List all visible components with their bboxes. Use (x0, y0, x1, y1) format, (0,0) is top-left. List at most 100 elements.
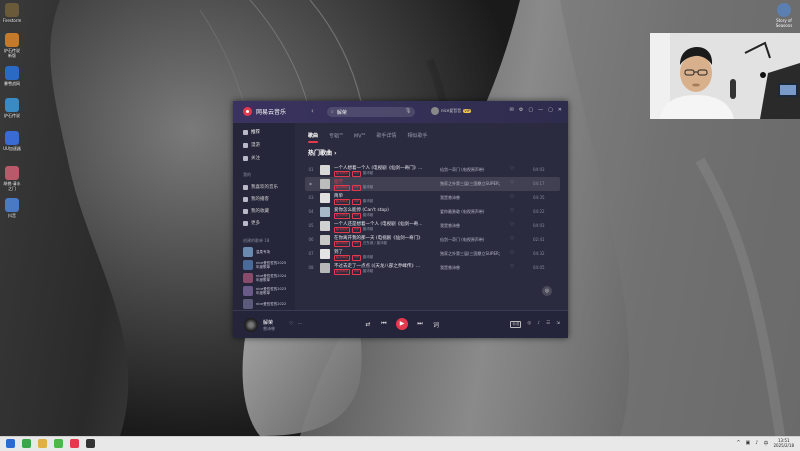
back-button[interactable]: ‹ (311, 107, 314, 116)
playlist-item[interactable]: 温柔专场 (243, 247, 270, 257)
netease-icon[interactable] (70, 439, 79, 448)
previous-icon[interactable]: ⏮ (380, 320, 388, 328)
song-row[interactable]: 07 到了 超清母带 VIP 曾沛慈 独家之外第三届(三国鼎立SUPER大... ♡ 04:3… (305, 247, 560, 261)
now-playing-artist[interactable]: 曾沛慈 (263, 326, 275, 332)
song-artist[interactable]: 曾沛慈 (363, 227, 374, 232)
song-album[interactable]: 爱你最勇敢 (电视原声带) (440, 209, 500, 215)
desktop-icon[interactable]: 暴雪战网 (2, 66, 22, 86)
sidebar-item[interactable]: 我的播客 (243, 196, 269, 202)
like-icon[interactable]: ♡ (289, 321, 293, 327)
song-album[interactable]: 我是曾沛慈 (440, 223, 500, 229)
obs-icon[interactable] (86, 439, 95, 448)
home-icon (243, 129, 248, 135)
tab[interactable]: 歌曲 (308, 132, 319, 143)
input-method-icon[interactable]: 中 (763, 440, 768, 447)
quality-button[interactable]: 标准 (510, 321, 522, 328)
shuffle-icon[interactable]: ⇄ (364, 321, 372, 328)
like-icon[interactable]: ♡ (510, 236, 514, 242)
like-icon[interactable]: ♡ (510, 208, 514, 214)
sidebar-item[interactable]: 推荐 (243, 129, 260, 135)
desktop-icon[interactable]: 炉石传说 新版 (2, 33, 22, 58)
user-menu[interactable]: nice爱哲哲 VIP (431, 107, 471, 115)
now-playing-title[interactable]: 解荣 (263, 319, 273, 326)
playlist-item[interactable]: nice爱哲哲的2023 年度歌单 (243, 286, 286, 296)
like-icon[interactable]: ♡ (510, 166, 514, 172)
play-button[interactable]: ▶ (396, 318, 408, 330)
windows-icon[interactable] (6, 439, 15, 448)
app-logo[interactable]: 网易云音乐 (243, 107, 286, 116)
playlist-item[interactable]: nice爱哲哲的2024 年度歌单 (243, 273, 286, 283)
now-playing-cover[interactable] (244, 318, 258, 332)
sound-effect-icon[interactable]: ◎ (527, 321, 531, 328)
mail-icon[interactable]: ✉ (510, 107, 514, 113)
desktop-icon[interactable]: UU加速器 (2, 131, 22, 151)
wechat-icon[interactable] (54, 439, 63, 448)
lyric-icon[interactable]: 词 (432, 320, 440, 329)
sidebar-item[interactable]: 漫游 (243, 142, 260, 148)
volume-icon[interactable]: ♪ (537, 321, 540, 328)
song-artist[interactable]: 曾沛慈 (363, 199, 374, 204)
desktop-icon[interactable]: 抖音 (2, 198, 22, 218)
song-album[interactable]: 我是曾沛慈 (440, 265, 500, 271)
like-icon[interactable]: ♡ (510, 180, 514, 186)
sidebar-item[interactable]: 关注 (243, 155, 260, 161)
playlist-item[interactable]: nice爱哲哲的2025 年度歌单 (243, 260, 286, 270)
song-artist[interactable]: 曾沛慈 (363, 171, 374, 176)
like-icon[interactable]: ♡ (510, 250, 514, 256)
tab[interactable]: 专辑36 (329, 132, 343, 140)
song-row[interactable]: 03 简单 超清母带 VIP 曾沛慈 我是曾沛慈 ♡ 04:35 (305, 191, 560, 205)
song-album[interactable]: 独家之外第三届(三国鼎立SUPER大... (440, 181, 500, 187)
desktop-icon-label: Firestorm (2, 18, 22, 23)
playlist-icon[interactable]: ☰ (546, 321, 550, 328)
desktop-icon-story-of-seasons[interactable]: Story of Seasons (772, 3, 796, 28)
clock[interactable]: 13:51 2025/2/18 (773, 438, 794, 448)
song-row[interactable]: 08 不过去走了一点点 (《天龙八部之乔峰传》... 超清母带 VIP 曾沛慈 我是曾沛慈… (305, 261, 560, 275)
mic-icon[interactable]: 🎙 (405, 108, 411, 114)
song-artist[interactable]: 曾沛慈 (363, 255, 374, 260)
close-icon[interactable]: ✕ (558, 107, 562, 113)
tab[interactable]: 相似歌手 (407, 132, 427, 140)
song-row[interactable]: 04 爱你怎么能停 (Can't stop) 超清母带 VIP 曾沛慈 爱你最勇敢 (电视… (305, 205, 560, 219)
song-album[interactable]: 独家之外第三届(三国鼎立SUPER大... (440, 251, 500, 257)
locate-current-button[interactable]: ◎ (542, 286, 552, 296)
tab-count: 36 (339, 132, 343, 136)
song-album[interactable]: 仙剑一奇门 (电视原声带) (440, 237, 500, 243)
desktop-icon[interactable]: 炉石传说 (2, 98, 22, 118)
fullscreen-icon[interactable]: ⇲ (556, 321, 560, 328)
minimize-icon[interactable]: — (538, 107, 543, 113)
song-row[interactable]: 01 一个人想着一个人 (电视剧《仙剑一奇门》... 超清母带 VIP 曾沛慈 仙剑一奇门… (305, 163, 560, 177)
volume-icon[interactable]: ♪ (755, 440, 758, 446)
tab[interactable]: MV26 (354, 132, 366, 140)
settings-icon[interactable]: ⚙ (519, 107, 523, 113)
desktop-icon[interactable]: 胡桃·清水 之门 (2, 166, 22, 191)
song-row[interactable]: 06 在你离开我的那一天 (电视剧《仙剑一奇门》插... 超清母带 VIP 汪东城 / … (305, 233, 560, 247)
song-album[interactable]: 我是曾沛慈 (440, 195, 500, 201)
network-icon[interactable]: ▣ (746, 440, 751, 446)
like-icon[interactable]: ♡ (510, 194, 514, 200)
more-icon[interactable]: ··· (298, 321, 302, 326)
song-artist[interactable]: 曾沛慈 (363, 213, 374, 218)
folder-icon[interactable] (38, 439, 47, 448)
song-artist[interactable]: 曾沛慈 (363, 269, 374, 274)
song-row[interactable]: ▶ 烟芳 超清母带 VIP 曾沛慈 独家之外第三届(三国鼎立SUPER大... ♡ 04:17 (305, 177, 560, 191)
chrome-icon[interactable] (22, 439, 31, 448)
song-album[interactable]: 仙剑一奇门 (电视原声带) (440, 167, 500, 173)
hot-songs-title[interactable]: 热门歌曲 › (308, 148, 337, 157)
like-icon[interactable]: ♡ (510, 222, 514, 228)
tab[interactable]: 歌手详情 (376, 132, 396, 140)
next-icon[interactable]: ⏭ (416, 320, 424, 328)
song-artist[interactable]: 曾沛慈 (363, 185, 374, 190)
song-row[interactable]: 05 一个人还是想着一个人 (电视剧《仙剑一奇... 超清母带 VIP 曾沛慈 我是曾沛慈… (305, 219, 560, 233)
like-icon[interactable]: ♡ (510, 264, 514, 270)
maximize-icon[interactable]: ▢ (548, 107, 553, 113)
search-box[interactable]: ⌕ (327, 107, 415, 117)
playlist-item[interactable]: nice爱哲哲的2022 (243, 299, 286, 309)
search-input[interactable] (333, 107, 407, 117)
song-artist[interactable]: 汪东城 / 曾沛慈 (363, 241, 387, 246)
mini-mode-icon[interactable]: ▢ (528, 107, 533, 113)
tray-expand-icon[interactable]: ^ (736, 440, 740, 446)
sidebar-item[interactable]: 更多 (243, 220, 260, 226)
sidebar-item[interactable]: 我喜欢的音乐 (243, 184, 278, 190)
sidebar-item[interactable]: 我的收藏 (243, 208, 269, 214)
desktop-icon[interactable]: Firestorm (2, 3, 22, 23)
